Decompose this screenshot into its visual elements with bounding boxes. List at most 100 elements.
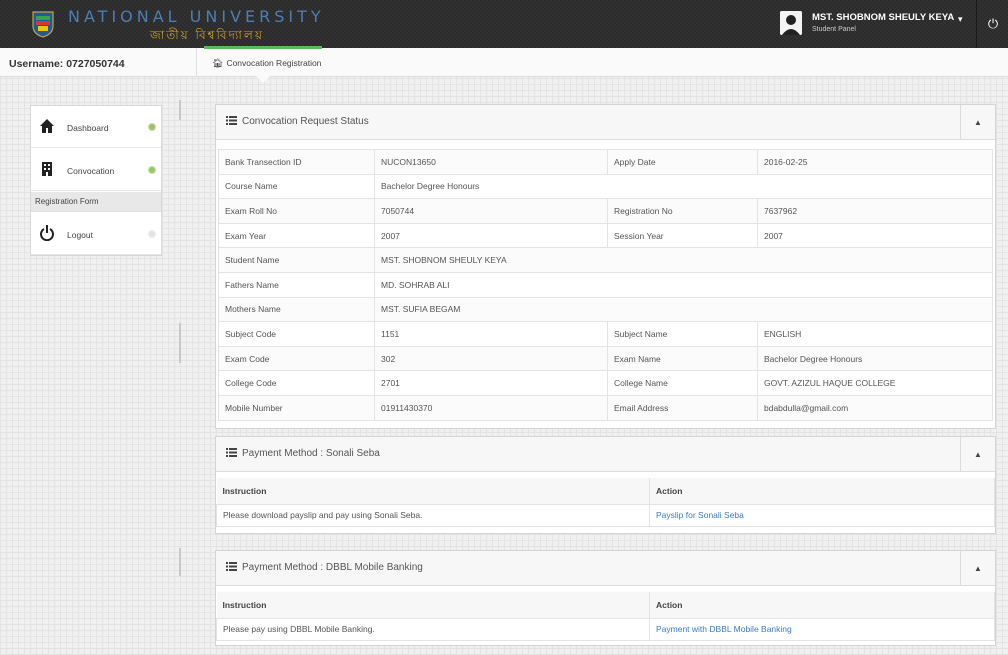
panel-title: Payment Method : DBBL Mobile Banking <box>226 562 423 573</box>
field-label-cell: Fathers Name <box>218 271 375 298</box>
table-row: Exam Roll No 7050744 Registration No 763796… <box>218 198 993 224</box>
home-icon <box>40 119 54 133</box>
collapse-icon[interactable]: ▲ <box>960 437 995 472</box>
subbar-divider <box>196 48 197 77</box>
field-label-cell: Exam Name <box>607 345 758 372</box>
sidebar-item-label: Convocation <box>67 166 115 176</box>
collapse-icon[interactable]: ▲ <box>960 105 995 140</box>
field-label-cell: Mobile Number <box>218 394 375 421</box>
building-icon <box>42 162 52 176</box>
caret-down-icon[interactable]: ▾ <box>958 14 963 25</box>
sidebar: Dashboard Convocation Registration Form … <box>30 105 162 256</box>
sidebar-item-dashboard[interactable]: Dashboard <box>31 106 161 148</box>
field-value-cell: MD. SOHRAB ALI <box>374 271 993 298</box>
panel-title: Convocation Request Status <box>226 116 369 127</box>
field-value-cell: MST. SUFIA BEGAM <box>374 296 993 323</box>
power-icon <box>40 225 54 241</box>
sidebar-item-convocation[interactable]: Convocation <box>31 149 161 191</box>
sidebar-item-label: Dashboard <box>67 123 109 133</box>
brand-name-english: NATIONAL UNIVERSITY <box>68 7 325 26</box>
field-label-cell: College Code <box>218 370 375 396</box>
field-value-cell: 302 <box>374 345 608 372</box>
navbar-divider <box>976 0 977 48</box>
field-value-cell: 01911430370 <box>374 394 608 421</box>
field-value-cell: 2007 <box>757 222 993 249</box>
list-icon <box>226 448 237 457</box>
payment-sonali-panel: Payment Method : Sonali Seba ▲ Instructi… <box>215 436 996 534</box>
table-row: Bank Transection ID NUCON13650 Apply Date 2… <box>218 149 993 175</box>
status-dot <box>148 123 156 131</box>
field-value-cell: MST. SHOBNOM SHEULY KEYA <box>374 247 993 273</box>
panel-header: Payment Method : Sonali Seba ▲ <box>216 437 995 472</box>
field-label-cell: Exam Code <box>218 345 375 372</box>
username-label: Username: 0727050744 <box>9 58 125 70</box>
field-value-cell: GOVT. AZIZUL HAQUE COLLEGE <box>757 370 993 396</box>
field-label-cell: Exam Roll No <box>218 198 375 224</box>
sidebar-item-registration-form[interactable]: Registration Form <box>31 192 161 212</box>
panel-header: Convocation Request Status ▲ <box>216 105 995 140</box>
panel-title-text: Payment Method : DBBL Mobile Banking <box>242 562 423 573</box>
resize-handle[interactable] <box>179 100 181 120</box>
collapse-icon[interactable]: ▲ <box>960 551 995 586</box>
table-row: Mobile Number 01911430370 Email Address bda… <box>218 394 993 421</box>
breadcrumb[interactable]: 🏠︎ Convocation Registration <box>212 58 321 69</box>
breadcrumb-label: Convocation Registration <box>226 58 322 68</box>
table-row: Student Name MST. SHOBNOM SHEULY KEYA <box>218 247 993 273</box>
field-value-cell: ENGLISH <box>757 321 993 347</box>
status-dot <box>148 166 156 174</box>
field-value-cell: 2007 <box>374 222 608 249</box>
sidebar-item-logout[interactable]: Logout <box>31 213 161 255</box>
top-navbar: NATIONAL UNIVERSITY জাতীয় বিশ্ববিদ্যালয… <box>0 0 1008 48</box>
field-value-cell: Bachelor Degree Honours <box>757 345 993 372</box>
payslip-link[interactable]: Payslip for Sonali Seba <box>656 510 744 520</box>
table-row: Course Name Bachelor Degree Honours <box>218 173 993 200</box>
table-row: Exam Year 2007 Session Year 2007 <box>218 222 993 249</box>
dbbl-payment-link[interactable]: Payment with DBBL Mobile Banking <box>656 624 792 634</box>
action-cell: Payslip for Sonali Seba <box>649 503 995 527</box>
field-label-cell: College Name <box>607 370 758 396</box>
table-row: Fathers Name MD. SOHRAB ALI <box>218 271 993 298</box>
resize-handle[interactable] <box>179 323 181 363</box>
list-icon <box>226 562 237 571</box>
resize-handle[interactable] <box>179 548 181 576</box>
field-label-cell: Course Name <box>218 173 375 200</box>
panel-title: Payment Method : Sonali Seba <box>226 448 380 459</box>
table-row: Please pay using DBBL Mobile Banking. Pa… <box>216 617 995 641</box>
field-label-cell: Subject Name <box>607 321 758 347</box>
field-label-cell: Session Year <box>607 222 758 249</box>
payment-dbbl-table: Instruction Action Please pay using DBBL… <box>216 592 995 641</box>
home-icon: 🏠︎ <box>212 58 224 68</box>
field-value-cell: 7050744 <box>374 198 608 224</box>
table-row: College Code 2701 College Name GOVT. AZIZUL… <box>218 370 993 396</box>
table-row: Please download payslip and pay using So… <box>216 503 995 527</box>
panel-title-text: Payment Method : Sonali Seba <box>242 448 380 459</box>
instruction-cell: Please pay using DBBL Mobile Banking. <box>216 617 650 641</box>
user-menu[interactable]: MST. SHOBNOM SHEULY KEYA Student Panel ▾ <box>766 8 976 40</box>
field-value-cell: 2701 <box>374 370 608 396</box>
convocation-status-panel: Convocation Request Status ▲ Bank Transe… <box>215 104 996 429</box>
status-dot <box>148 230 156 238</box>
field-label-cell: Registration No <box>607 198 758 224</box>
field-label-cell: Subject Code <box>218 321 375 347</box>
breadcrumb-pointer <box>256 76 270 83</box>
table-row: Mothers Name MST. SUFIA BEGAM <box>218 296 993 323</box>
payment-dbbl-panel: Payment Method : DBBL Mobile Banking ▲ I… <box>215 550 996 646</box>
panel-header: Payment Method : DBBL Mobile Banking ▲ <box>216 551 995 586</box>
sidebar-item-label: Logout <box>67 230 93 240</box>
table-row: Subject Code 1151 Subject Name ENGLISH <box>218 321 993 347</box>
column-header-action: Action <box>649 478 995 505</box>
breadcrumb-active-indicator <box>204 46 322 49</box>
field-label-cell: Bank Transection ID <box>218 149 375 175</box>
user-name: MST. SHOBNOM SHEULY KEYA <box>812 12 955 23</box>
status-table: Bank Transection ID NUCON13650 Apply Date 2… <box>218 149 993 421</box>
list-icon <box>226 116 237 125</box>
field-value-cell: 1151 <box>374 321 608 347</box>
field-label-cell: Student Name <box>218 247 375 273</box>
table-row: Exam Code 302 Exam Name Bachelor Degree Hon… <box>218 345 993 372</box>
field-label-cell: Email Address <box>607 394 758 421</box>
column-header-action: Action <box>649 592 995 619</box>
payment-sonali-table: Instruction Action Please download paysl… <box>216 478 995 527</box>
power-icon[interactable]: ⏻ <box>985 16 1001 32</box>
sidebar-item-label: Registration Form <box>35 197 99 206</box>
action-cell: Payment with DBBL Mobile Banking <box>649 617 995 641</box>
